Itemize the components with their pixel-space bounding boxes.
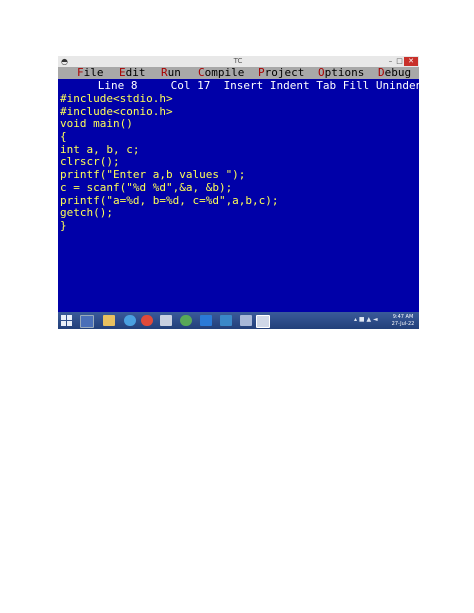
- maximize-button[interactable]: □: [395, 57, 404, 66]
- menu-project[interactable]: Project: [258, 67, 304, 79]
- minimize-button[interactable]: –: [386, 57, 395, 66]
- menu-run[interactable]: Run: [161, 67, 181, 79]
- code-line: printf("a=%d, b=%d, c=%d",a,b,c);: [60, 193, 279, 207]
- code-line: c = scanf("%d %d",&a, &b);: [60, 180, 233, 194]
- code-line: }: [60, 218, 67, 232]
- code-editor[interactable]: #include<stdio.h> #include<conio.h> void…: [60, 92, 417, 233]
- tc-window: ◓ TC – □ ✕ File Edit Run Compile Project…: [58, 56, 419, 329]
- clock[interactable]: 9:47 AM 27-Jul-22: [388, 314, 418, 327]
- dos-icon[interactable]: [80, 315, 94, 328]
- file-explorer-icon[interactable]: [103, 315, 115, 326]
- code-line: {: [60, 130, 67, 144]
- mail-icon[interactable]: [220, 315, 232, 326]
- taskbar: ▴ ■ ▲ ◄ 9:47 AM 27-Jul-22: [58, 312, 419, 329]
- editor-status-line: Line 8 Col 17 Insert Indent Tab Fill Uni…: [58, 80, 419, 92]
- close-button[interactable]: ✕: [404, 57, 418, 66]
- clock-date: 27-Jul-22: [391, 320, 415, 327]
- document-icon[interactable]: [160, 315, 172, 326]
- code-line: getch();: [60, 206, 113, 220]
- window-title: TC: [233, 57, 243, 65]
- menu-options[interactable]: Options: [318, 67, 364, 79]
- internet-explorer-icon[interactable]: [124, 315, 136, 326]
- chrome-icon[interactable]: [141, 315, 153, 326]
- app-icon[interactable]: ◓: [61, 57, 68, 66]
- code-line: #include<stdio.h>: [60, 92, 173, 105]
- media-icon[interactable]: [180, 315, 192, 326]
- menu-debug[interactable]: Debug: [378, 67, 411, 79]
- system-tray-icons[interactable]: ▴ ■ ▲ ◄: [354, 316, 378, 324]
- app-icon-blue[interactable]: [200, 315, 212, 326]
- turbo-c-task-icon[interactable]: [256, 315, 270, 328]
- menu-edit[interactable]: Edit: [119, 67, 146, 79]
- menu-bar: File Edit Run Compile Project Options De…: [58, 67, 419, 79]
- windows-start-icon[interactable]: [61, 315, 72, 326]
- paint-icon[interactable]: [240, 315, 252, 326]
- menu-file[interactable]: File: [77, 67, 104, 79]
- code-line: printf("Enter a,b values ");: [60, 168, 246, 182]
- menu-compile[interactable]: Compile: [198, 67, 244, 79]
- code-line: void main(): [60, 117, 133, 131]
